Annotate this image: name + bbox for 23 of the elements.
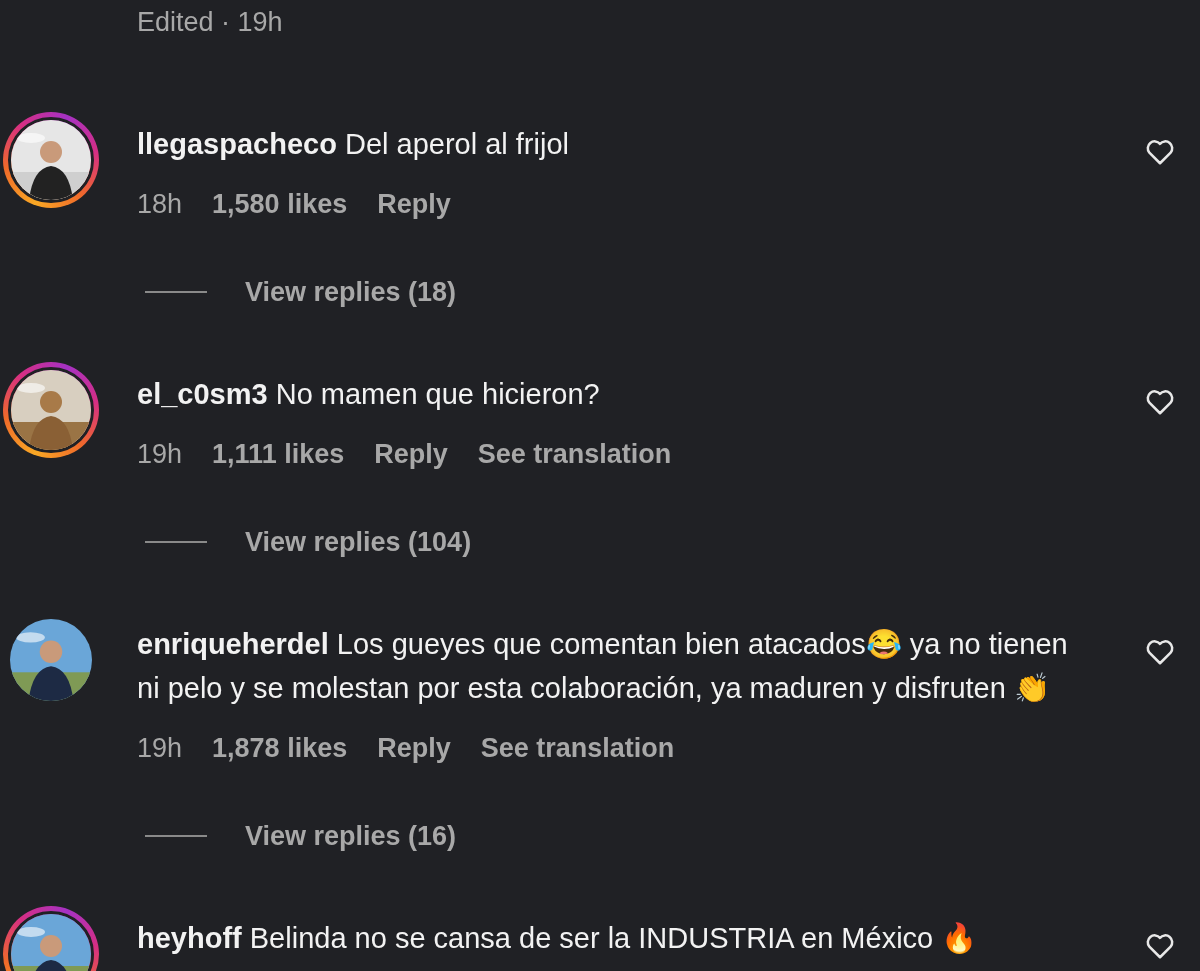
comment-text: heyhoff Belinda no se cansa de ser la INDUSTRIA en México 🔥 <box>137 921 979 956</box>
heart-icon[interactable] <box>1145 638 1175 666</box>
view-replies-button[interactable]: View replies (16) <box>245 818 457 854</box>
comment-time: 18h <box>137 188 183 221</box>
comment-text: enriqueherdel Los gueyes que comentan bien atacados😂 ya no tienen ni pelo y se molestan por esta colaboración, ya maduren y disfruten 👏 <box>137 627 1069 706</box>
see-translation-link[interactable]: See translation <box>477 436 672 472</box>
view-replies-button[interactable]: View replies (104) <box>245 524 472 560</box>
like-count[interactable]: 1,111 likes <box>212 436 345 472</box>
see-translation-link[interactable]: See translation <box>480 730 675 766</box>
comment-meta: Edited · 19h <box>137 7 283 37</box>
like-count[interactable]: 1,580 likes <box>212 186 348 222</box>
heart-icon[interactable] <box>1145 932 1175 960</box>
heart-icon[interactable] <box>1145 138 1175 166</box>
comment-time: 19h <box>137 732 183 765</box>
reply-link[interactable]: Reply <box>377 730 451 766</box>
reply-link[interactable]: Reply <box>374 436 448 472</box>
comment-text: llegaspacheco Del aperol al frijol <box>137 127 570 162</box>
like-count[interactable]: 1,878 likes <box>212 730 348 766</box>
reply-link[interactable]: Reply <box>377 186 451 222</box>
heart-icon[interactable] <box>1145 388 1175 416</box>
comment-time: 19h <box>137 438 183 471</box>
comment-text: el_c0sm3 No mamen que hicieron? <box>137 377 601 412</box>
view-replies-button[interactable]: View replies (18) <box>245 274 457 310</box>
